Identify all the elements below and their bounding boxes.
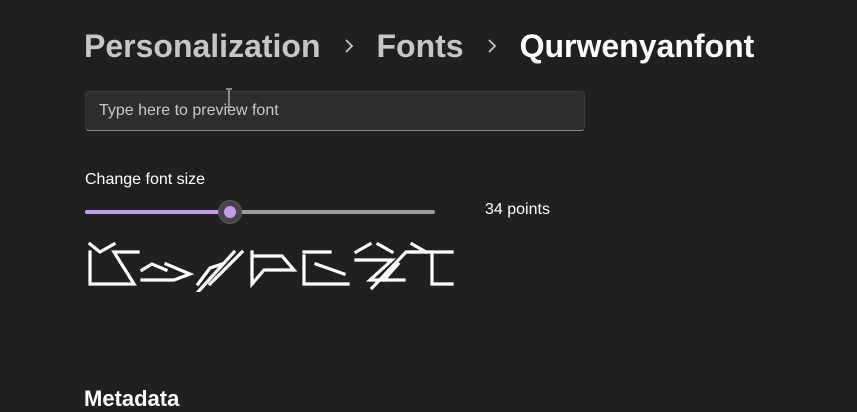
font-size-slider[interactable] — [85, 201, 435, 223]
slider-thumb[interactable] — [219, 201, 242, 223]
sample-glyph-8 — [409, 241, 454, 286]
font-size-value: 34 points — [485, 201, 550, 218]
chevron-right-icon — [335, 26, 363, 66]
sample-glyph-3 — [195, 249, 245, 292]
page-title: Qurwenyanfont — [519, 28, 755, 64]
sample-glyph-2 — [139, 261, 195, 282]
font-size-label: Change font size — [85, 171, 206, 188]
breadcrumb-fonts[interactable]: Fonts — [377, 26, 464, 66]
sample-glyph-5 — [302, 250, 350, 286]
slider-fill — [85, 210, 231, 214]
sample-glyph-1 — [87, 241, 140, 286]
metadata-heading: Metadata — [84, 386, 180, 411]
font-sample-glyphs — [87, 241, 454, 292]
chevron-right-icon — [478, 26, 506, 66]
font-preview-input[interactable] — [85, 91, 585, 131]
text-cursor-icon — [226, 88, 232, 108]
breadcrumb: Personalization Fonts Qurwenyanfont — [84, 26, 754, 66]
sample-glyph-4 — [250, 250, 298, 289]
breadcrumb-personalization[interactable]: Personalization — [84, 26, 321, 66]
